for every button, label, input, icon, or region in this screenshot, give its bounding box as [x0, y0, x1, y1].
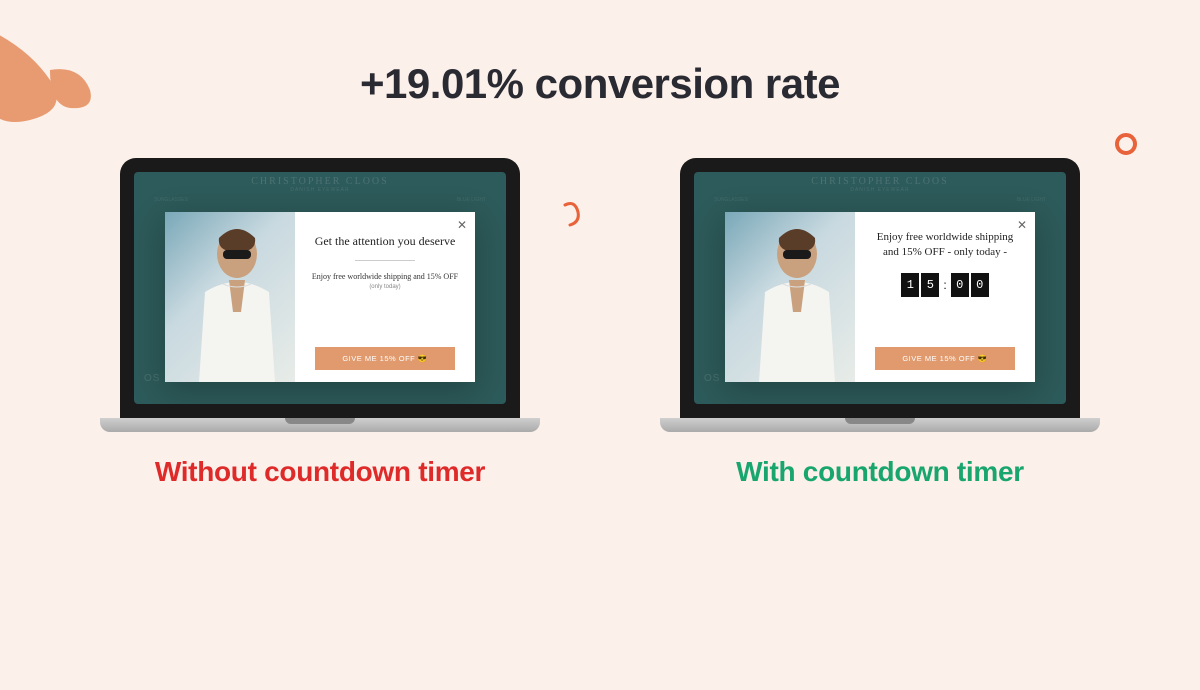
popup-body: Enjoy free worldwide shipping and 15% OF… — [312, 271, 458, 282]
popup-image — [165, 212, 295, 382]
timer-digit: 0 — [951, 273, 969, 297]
cta-button[interactable]: GIVE ME 15% OFF 😎 — [875, 347, 1015, 370]
popup-modal: ✕ Get the attention you deserve Enjoy fr… — [165, 212, 475, 382]
nav-item: BLUE LIGHT — [457, 197, 486, 203]
cta-button[interactable]: GIVE ME 15% OFF 😎 — [315, 347, 455, 370]
nav-item: BLUE LIGHT — [1017, 197, 1046, 203]
timer-digit: 1 — [901, 273, 919, 297]
variant-without-timer: CHRISTOPHER CLOOS DANISH EYEWEAR SUNGLAS… — [100, 158, 540, 488]
popup-smalltext: (only today) — [369, 284, 400, 290]
popup-image — [725, 212, 855, 382]
variant-label-with: With countdown timer — [736, 456, 1024, 488]
divider — [355, 260, 415, 261]
website-screen: CHRISTOPHER CLOOS DANISH EYEWEAR SUNGLAS… — [694, 172, 1066, 404]
headline: +19.01% conversion rate — [0, 60, 1200, 108]
laptop-mockup: CHRISTOPHER CLOOS DANISH EYEWEAR SUNGLAS… — [660, 158, 1100, 432]
laptop-mockup: CHRISTOPHER CLOOS DANISH EYEWEAR SUNGLAS… — [100, 158, 540, 432]
decorative-squiggle — [560, 200, 590, 230]
countdown-timer: 1 5 : 0 0 — [901, 273, 988, 297]
comparison-row: CHRISTOPHER CLOOS DANISH EYEWEAR SUNGLAS… — [0, 158, 1200, 488]
timer-digit: 5 — [921, 273, 939, 297]
site-brand: CHRISTOPHER CLOOS — [134, 172, 506, 187]
close-icon[interactable]: ✕ — [457, 218, 467, 232]
timer-digit: 0 — [971, 273, 989, 297]
site-brand: CHRISTOPHER CLOOS — [694, 172, 1066, 187]
popup-title: Enjoy free worldwide shipping and 15% OF… — [871, 230, 1019, 261]
decorative-circle — [1112, 130, 1140, 158]
nav-item: SUNGLASSES — [154, 197, 188, 203]
variant-label-without: Without countdown timer — [155, 456, 485, 488]
variant-with-timer: CHRISTOPHER CLOOS DANISH EYEWEAR SUNGLAS… — [660, 158, 1100, 488]
popup-title: Get the attention you deserve — [315, 234, 456, 250]
popup-modal: ✕ Enjoy free worldwide shipping and 15% … — [725, 212, 1035, 382]
nav-item: SUNGLASSES — [714, 197, 748, 203]
close-icon[interactable]: ✕ — [1017, 218, 1027, 232]
timer-colon: : — [941, 278, 948, 292]
website-screen: CHRISTOPHER CLOOS DANISH EYEWEAR SUNGLAS… — [134, 172, 506, 404]
